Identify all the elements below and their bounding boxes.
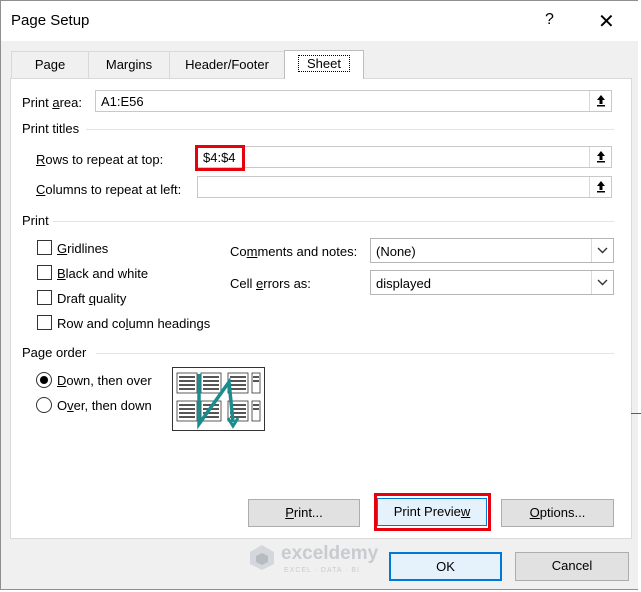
- options-button[interactable]: Options...: [501, 499, 614, 527]
- gridlines-label: Gridlines: [57, 241, 109, 256]
- print-preview-highlight: [374, 493, 491, 531]
- separator: [53, 221, 614, 222]
- draft-quality-checkbox[interactable]: [37, 290, 52, 305]
- comments-label: Comments and notes:: [230, 244, 358, 259]
- down-then-over-label: Down, then over: [57, 373, 152, 388]
- gridlines-checkbox[interactable]: [37, 240, 52, 255]
- help-button[interactable]: ?: [545, 11, 554, 29]
- over-then-down-radio[interactable]: [36, 397, 52, 413]
- chevron-down-icon[interactable]: [591, 239, 613, 262]
- over-then-down-label: Over, then down: [57, 398, 152, 413]
- sheet-gridline: [631, 413, 641, 414]
- cell-errors-label: Cell errors as:: [230, 276, 311, 291]
- rows-repeat-label: Rows to repeat at top:: [36, 152, 164, 167]
- collapse-dialog-icon[interactable]: [589, 177, 611, 197]
- draft-quality-label: Draft quality: [57, 291, 127, 306]
- collapse-dialog-icon[interactable]: [589, 91, 611, 111]
- print-button[interactable]: Print...: [248, 499, 360, 527]
- tab-sheet[interactable]: Sheet: [284, 50, 364, 79]
- comments-select[interactable]: (None): [370, 238, 614, 263]
- page-order-diagram-icon: [176, 372, 261, 430]
- black-white-checkbox[interactable]: [37, 265, 52, 280]
- print-titles-section: Print titles: [22, 121, 80, 136]
- columns-repeat-input[interactable]: [197, 176, 612, 198]
- rows-repeat-input[interactable]: $4:$4: [197, 146, 612, 168]
- cell-errors-select[interactable]: displayed: [370, 270, 614, 295]
- down-then-over-radio[interactable]: [36, 372, 52, 388]
- separator: [86, 129, 614, 130]
- columns-repeat-label: Columns to repeat at left:: [36, 182, 182, 197]
- row-column-headings-checkbox[interactable]: [37, 315, 52, 330]
- tab-margins[interactable]: Margins: [88, 51, 170, 78]
- title-bar: Page Setup ? ✕: [1, 1, 638, 41]
- print-area-label: Print area:: [22, 95, 82, 110]
- close-button[interactable]: ✕: [598, 9, 615, 34]
- row-column-headings-label: Row and column headings: [57, 316, 211, 331]
- separator: [96, 353, 614, 354]
- tab-header-footer[interactable]: Header/Footer: [169, 51, 285, 78]
- ok-button[interactable]: OK: [389, 552, 502, 581]
- chevron-down-icon[interactable]: [591, 271, 613, 294]
- dialog-title: Page Setup: [11, 12, 90, 29]
- rows-highlight: [195, 145, 245, 171]
- tab-page[interactable]: Page: [11, 51, 89, 78]
- print-section: Print: [22, 213, 49, 228]
- collapse-dialog-icon[interactable]: [589, 147, 611, 167]
- page-order-section: Page order: [22, 345, 87, 360]
- print-area-input[interactable]: A1:E56: [95, 90, 612, 112]
- watermark-tagline: EXCEL · DATA · BI: [284, 567, 360, 574]
- cancel-button[interactable]: Cancel: [515, 552, 629, 581]
- watermark-name: exceldemy: [281, 543, 379, 564]
- black-white-label: Black and white: [57, 266, 149, 281]
- exceldemy-logo-icon: [250, 545, 274, 570]
- page-order-preview: [172, 367, 265, 431]
- page-setup-dialog: Page Setup ? ✕ Page Margins Header/Foote…: [0, 0, 639, 590]
